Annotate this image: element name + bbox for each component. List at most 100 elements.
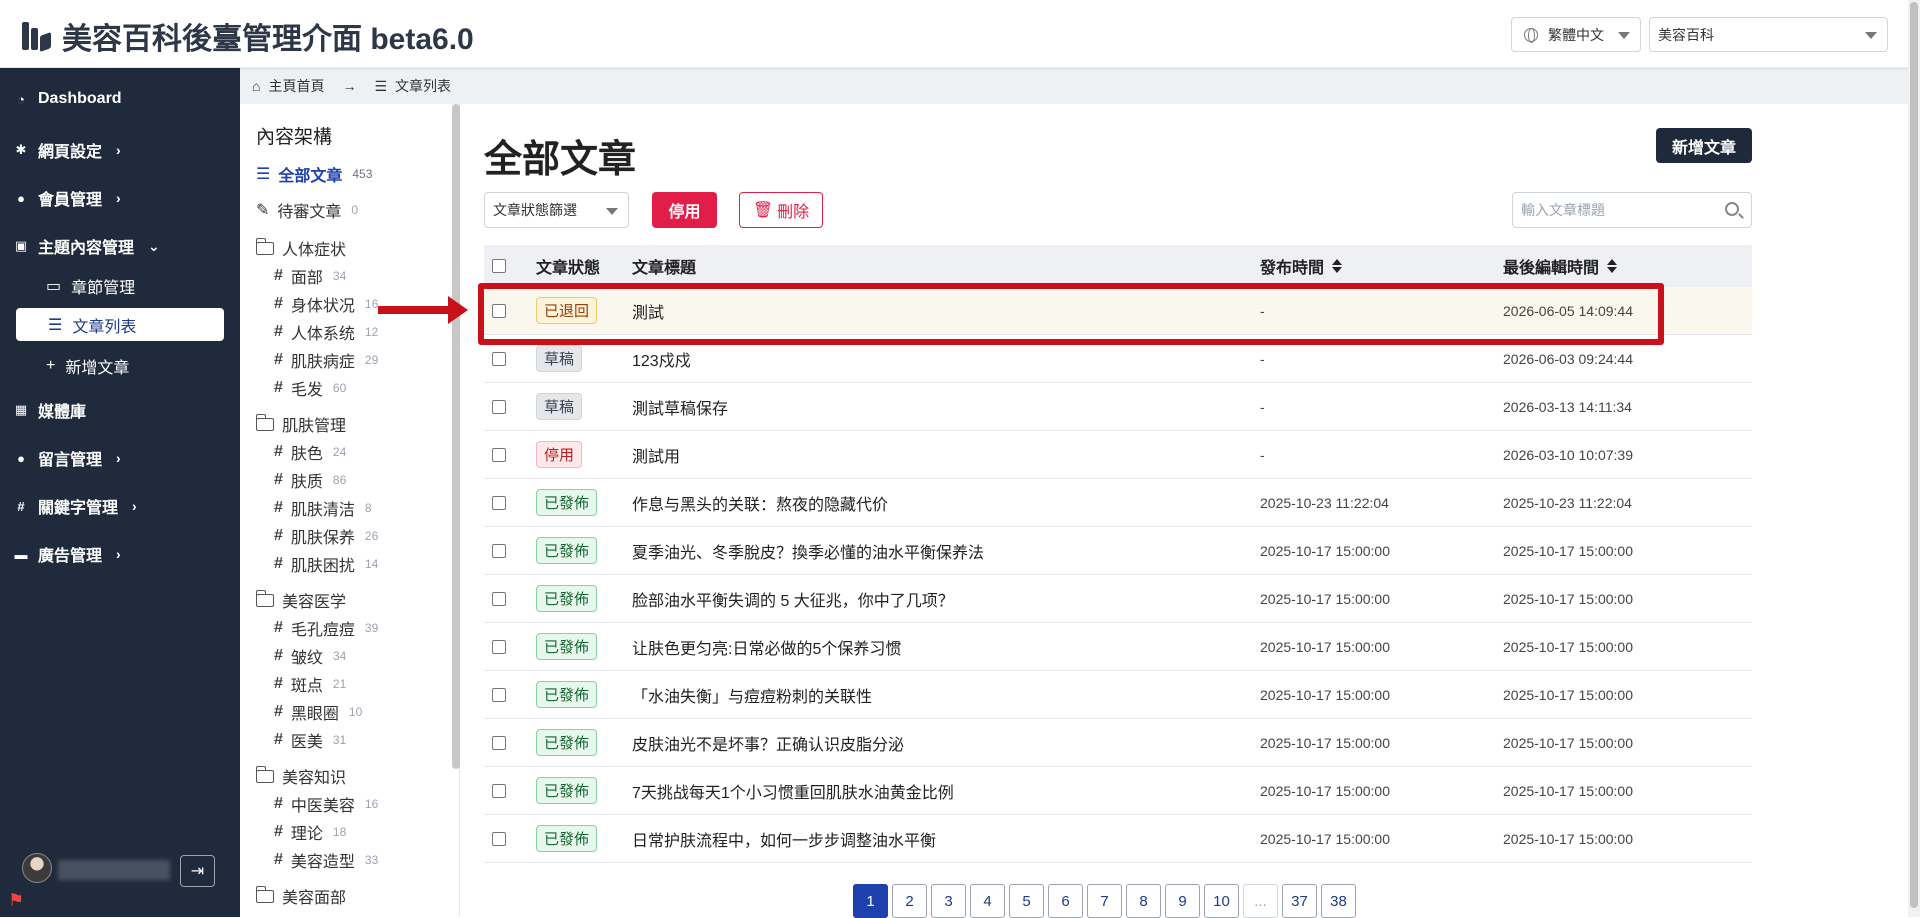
category-item[interactable]: # 医美 31 [274,728,346,752]
article-title-link[interactable]: 让肤色更匀亮:日常必做的5个保养习惯 [632,623,901,670]
category-all[interactable]: ☰ 全部文章 453 [256,162,372,186]
table-row[interactable]: 已發佈 作息与黑头的关联：熬夜的隐藏代价 2025-10-23 11:22:04 20… [484,479,1752,527]
category-item[interactable]: # 面部 34 [274,264,346,288]
row-checkbox[interactable] [492,543,506,558]
table-row[interactable]: 草稿 123戍戍 - 2026-06-03 09:24:44 [484,335,1752,383]
select-all-checkbox[interactable] [492,259,506,273]
column-edited[interactable]: 最後編輯時間 [1503,245,1618,287]
category-item[interactable]: # 皱纹 34 [274,644,346,668]
row-checkbox[interactable] [492,783,506,798]
row-checkbox[interactable] [492,735,506,750]
row-checkbox[interactable] [492,831,506,846]
article-title-link[interactable]: 測試 [632,287,664,334]
category-group[interactable]: 美容知识 [256,764,346,788]
page-button[interactable]: 6 [1048,884,1083,918]
new-article-button[interactable]: 新增文章 [1656,128,1752,163]
article-title-link[interactable]: 123戍戍 [632,335,691,382]
category-item[interactable]: # 肌肤病症 29 [274,348,378,372]
table-row[interactable]: 已發佈 让肤色更匀亮:日常必做的5个保养习惯 2025-10-17 15:00:00… [484,623,1752,671]
article-title-link[interactable]: 測試用 [632,431,680,478]
category-item[interactable]: # 毛发 60 [274,376,346,400]
category-item[interactable]: # 肌肤困扰 14 [274,552,378,576]
page-button[interactable]: 3 [931,884,966,918]
table-row[interactable]: 已發佈 夏季油光、冬季脫皮？換季必懂的油水平衡保养法 2025-10-17 15:0… [484,527,1752,575]
sidebar-item-content[interactable]: ▣ 主題內容管理 ⌄ [14,234,160,258]
table-row[interactable]: 已發佈 「水油失衡」与痘痘粉刺的关联性 2025-10-17 15:00:00 202… [484,671,1752,719]
row-checkbox[interactable] [492,639,506,654]
category-item[interactable]: # 理论 18 [274,820,346,844]
category-group[interactable]: 美容医学 [256,588,346,612]
page-button[interactable]: 9 [1165,884,1200,918]
category-group[interactable]: 美容面部 [256,884,346,908]
site-select[interactable]: 美容百科 [1649,17,1888,52]
category-item[interactable]: # 肌肤清洁 8 [274,496,372,520]
row-checkbox[interactable] [492,351,506,366]
page-button[interactable]: 5 [1009,884,1044,918]
category-item[interactable]: # 肤质 86 [274,468,346,492]
category-item[interactable]: # 肌肤保养 26 [274,524,378,548]
search-input[interactable]: 輸入文章標題 [1512,192,1752,228]
sidebar-item-dashboard[interactable]: ◔ Dashboard [14,90,122,108]
avatar[interactable] [22,853,52,883]
sidebar-sub-articles[interactable]: ☰ 文章列表 [16,308,224,341]
article-title-link[interactable]: 「水油失衡」与痘痘粉刺的关联性 [632,671,872,718]
category-item[interactable]: # 美容造型 33 [274,848,378,872]
brand[interactable]: 美容百科後臺管理介面 beta6.0 [22,14,474,58]
status-filter-select[interactable]: 文章狀態篩選 [484,192,629,228]
page-button[interactable]: 37 [1282,884,1317,918]
article-title-link[interactable]: 脸部油水平衡失调的 5 大征兆，你中了几项？ [632,575,954,622]
category-item[interactable]: # 斑点 21 [274,672,346,696]
table-row[interactable]: 已發佈 皮肤油光不是坏事？正确认识皮脂分泌 2025-10-17 15:00:00 2… [484,719,1752,767]
table-row[interactable]: 已發佈 日常护肤流程中，如何一步步调整油水平衡 2025-10-17 15:00:0… [484,815,1752,863]
sidebar-sub-chapters[interactable]: ▭ 章節管理 [46,274,135,298]
category-item[interactable]: # 人体系统 12 [274,320,378,344]
category-item[interactable]: # 毛孔痘痘 39 [274,616,378,640]
page-button[interactable]: 7 [1087,884,1122,918]
row-checkbox[interactable] [492,447,506,462]
table-row[interactable]: 停用 測試用 - 2026-03-10 10:07:39 [484,431,1752,479]
category-scrollbar[interactable] [452,104,460,769]
language-select[interactable]: 繁體中文 [1511,17,1641,52]
table-row[interactable]: 已退回 測試 - 2026-06-05 14:09:44 [484,287,1752,335]
column-published[interactable]: 發布時間 [1260,245,1343,287]
page-button[interactable]: 8 [1126,884,1161,918]
sidebar-item-members[interactable]: ● 會員管理 › [14,186,121,210]
sidebar-item-keywords[interactable]: # 關鍵字管理 › [14,494,136,518]
row-checkbox[interactable] [492,591,506,606]
category-group[interactable]: 肌肤管理 [256,412,346,436]
article-title-link[interactable]: 測試草稿保存 [632,383,728,430]
table-row[interactable]: 已發佈 脸部油水平衡失调的 5 大征兆，你中了几项？ 2025-10-17 15:0… [484,575,1752,623]
category-item[interactable]: # 黑眼圈 10 [274,700,362,724]
page-scrollbar[interactable] [1908,0,1920,917]
sidebar-item-ads[interactable]: ▬ 廣告管理 › [14,542,121,566]
breadcrumb-home[interactable]: 主頁首頁 [268,76,324,96]
sidebar-item-comments[interactable]: ● 留言管理 › [14,446,121,470]
category-item[interactable]: # 肤色 24 [274,440,346,464]
page-button[interactable]: 38 [1321,884,1356,918]
row-checkbox[interactable] [492,303,506,318]
table-row[interactable]: 草稿 測試草稿保存 - 2026-03-13 14:11:34 [484,383,1752,431]
logout-button[interactable]: ⇥ [180,855,215,887]
row-checkbox[interactable] [492,495,506,510]
page-button[interactable]: 4 [970,884,1005,918]
article-title-link[interactable]: 皮肤油光不是坏事？正确认识皮脂分泌 [632,719,904,766]
category-group[interactable]: 人体症状 [256,236,346,260]
row-checkbox[interactable] [492,399,506,414]
article-title-link[interactable]: 作息与黑头的关联：熬夜的隐藏代价 [632,479,888,526]
category-item[interactable]: # 身体状况 16 [274,292,378,316]
page-button[interactable]: 2 [892,884,927,918]
article-title-link[interactable]: 日常护肤流程中，如何一步步调整油水平衡 [632,815,936,862]
sidebar-item-media[interactable]: ▦ 媒體庫 [14,398,86,422]
sidebar-sub-new-article[interactable]: + 新增文章 [46,354,129,378]
delete-button[interactable]: 🗑 刪除 [739,192,823,228]
category-item[interactable]: # 中医美容 16 [274,792,378,816]
page-button[interactable]: 1 [853,884,888,918]
sidebar-item-site-settings[interactable]: ✱ 網頁設定 › [14,138,121,162]
article-title-link[interactable]: 7天挑战每天1个小习惯重回肌肤水油黄金比例 [632,767,954,814]
article-title-link[interactable]: 夏季油光、冬季脫皮？換季必懂的油水平衡保养法 [632,527,984,574]
category-pending[interactable]: ✎ 待審文章 0 [256,198,358,222]
table-row[interactable]: 已發佈 7天挑战每天1个小习惯重回肌肤水油黄金比例 2025-10-17 15:00… [484,767,1752,815]
row-checkbox[interactable] [492,687,506,702]
page-button[interactable]: 10 [1204,884,1239,918]
disable-button[interactable]: 停用 [652,192,717,228]
